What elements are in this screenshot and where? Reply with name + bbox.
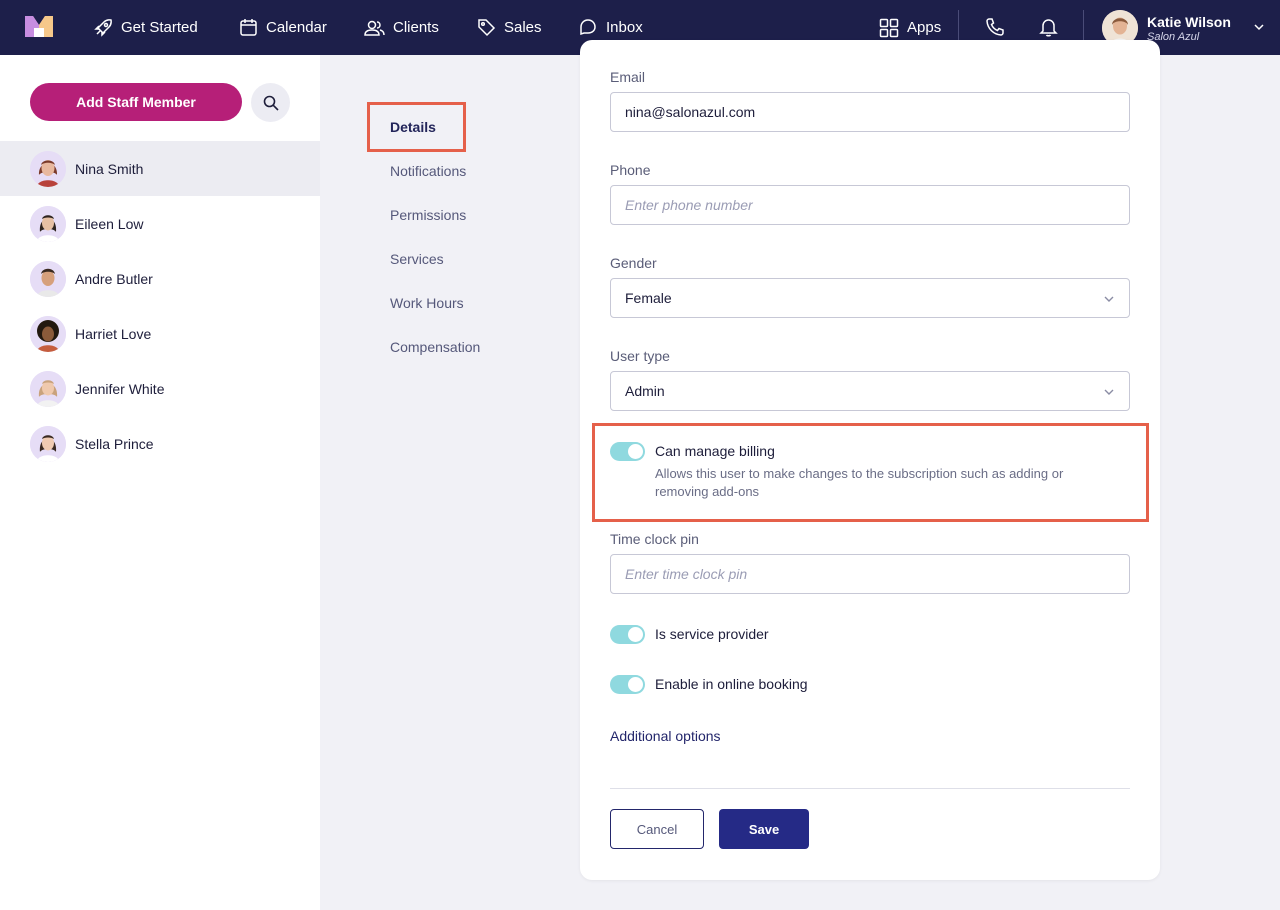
staff-name: Nina Smith bbox=[75, 160, 144, 177]
gender-label: Gender bbox=[610, 255, 657, 271]
brand-logo[interactable] bbox=[25, 16, 53, 37]
nav-get-started[interactable]: Get Started bbox=[93, 0, 198, 55]
subnav-services[interactable]: Services bbox=[390, 251, 444, 267]
email-field[interactable]: nina@salonazul.com bbox=[610, 92, 1130, 132]
staff-item[interactable]: Harriet Love bbox=[0, 306, 320, 361]
staff-item[interactable]: Andre Butler bbox=[0, 251, 320, 306]
email-label: Email bbox=[610, 69, 646, 85]
subnav-compensation[interactable]: Compensation bbox=[390, 339, 480, 355]
phone-button[interactable] bbox=[982, 14, 1008, 40]
nav-label: Inbox bbox=[606, 19, 643, 36]
staff-name: Eileen Low bbox=[75, 215, 144, 232]
gender-value: Female bbox=[625, 290, 672, 306]
grid-icon bbox=[879, 18, 899, 37]
user-type-select[interactable]: Admin bbox=[610, 371, 1130, 411]
additional-options-link[interactable]: Additional options bbox=[610, 728, 721, 744]
staff-name: Stella Prince bbox=[75, 435, 154, 452]
form-divider bbox=[610, 788, 1130, 789]
phone-label: Phone bbox=[610, 162, 651, 178]
service-provider-toggle[interactable] bbox=[610, 625, 645, 644]
nav-label: Apps bbox=[907, 19, 942, 36]
subnav-notifications[interactable]: Notifications bbox=[390, 163, 466, 179]
bell-icon bbox=[1038, 19, 1058, 37]
nav-sales[interactable]: Sales bbox=[477, 0, 542, 55]
user-name: Katie Wilson bbox=[1147, 14, 1231, 30]
avatar bbox=[30, 315, 66, 352]
staff-list: Nina Smith Eileen Low Andre Butler Harri… bbox=[0, 141, 320, 471]
user-type-value: Admin bbox=[625, 383, 665, 399]
search-icon bbox=[263, 95, 279, 111]
staff-item[interactable]: Nina Smith bbox=[0, 141, 320, 196]
staff-item[interactable]: Eileen Low bbox=[0, 196, 320, 251]
subnav-details[interactable]: Details bbox=[390, 119, 436, 135]
nav-label: Clients bbox=[393, 19, 439, 36]
nav-clients[interactable]: Clients bbox=[364, 0, 439, 55]
tag-icon bbox=[478, 19, 496, 37]
phone-field[interactable]: Enter phone number bbox=[610, 185, 1130, 225]
avatar bbox=[30, 370, 66, 407]
staff-name: Jennifer White bbox=[75, 380, 165, 397]
avatar bbox=[30, 205, 66, 242]
notifications-button[interactable] bbox=[1035, 14, 1061, 40]
nav-label: Sales bbox=[504, 19, 542, 36]
rocket-icon bbox=[94, 18, 112, 37]
staff-item[interactable]: Jennifer White bbox=[0, 361, 320, 416]
gender-select[interactable]: Female bbox=[610, 278, 1130, 318]
user-type-label: User type bbox=[610, 348, 670, 364]
nav-label: Calendar bbox=[266, 19, 327, 36]
time-clock-label: Time clock pin bbox=[610, 531, 699, 547]
chevron-down-icon bbox=[1104, 296, 1114, 302]
online-booking-label: Enable in online booking bbox=[655, 676, 808, 692]
subnav-work-hours[interactable]: Work Hours bbox=[390, 295, 464, 311]
nav-calendar[interactable]: Calendar bbox=[239, 0, 327, 55]
chevron-down-icon bbox=[1254, 24, 1264, 31]
chevron-down-icon bbox=[1104, 389, 1114, 395]
chat-icon bbox=[580, 19, 596, 36]
phone-icon bbox=[986, 18, 1004, 36]
staff-sidebar: Add Staff Member Nina Smith Eileen Low A… bbox=[0, 55, 320, 910]
online-booking-toggle[interactable] bbox=[610, 675, 645, 694]
add-staff-member-button[interactable]: Add Staff Member bbox=[30, 83, 242, 121]
billing-highlight bbox=[592, 423, 1149, 522]
subnav-permissions[interactable]: Permissions bbox=[390, 207, 466, 223]
cancel-button[interactable]: Cancel bbox=[610, 809, 704, 849]
search-button[interactable] bbox=[251, 83, 290, 122]
users-icon bbox=[364, 20, 385, 36]
calendar-icon bbox=[240, 19, 257, 36]
staff-name: Harriet Love bbox=[75, 325, 152, 342]
staff-name: Andre Butler bbox=[75, 270, 153, 287]
save-button[interactable]: Save bbox=[719, 809, 809, 849]
avatar bbox=[30, 425, 66, 462]
time-clock-field[interactable]: Enter time clock pin bbox=[610, 554, 1130, 594]
staff-item[interactable]: Stella Prince bbox=[0, 416, 320, 471]
nav-label: Get Started bbox=[121, 19, 198, 36]
avatar bbox=[30, 150, 66, 187]
service-provider-label: Is service provider bbox=[655, 626, 769, 642]
avatar bbox=[30, 260, 66, 297]
